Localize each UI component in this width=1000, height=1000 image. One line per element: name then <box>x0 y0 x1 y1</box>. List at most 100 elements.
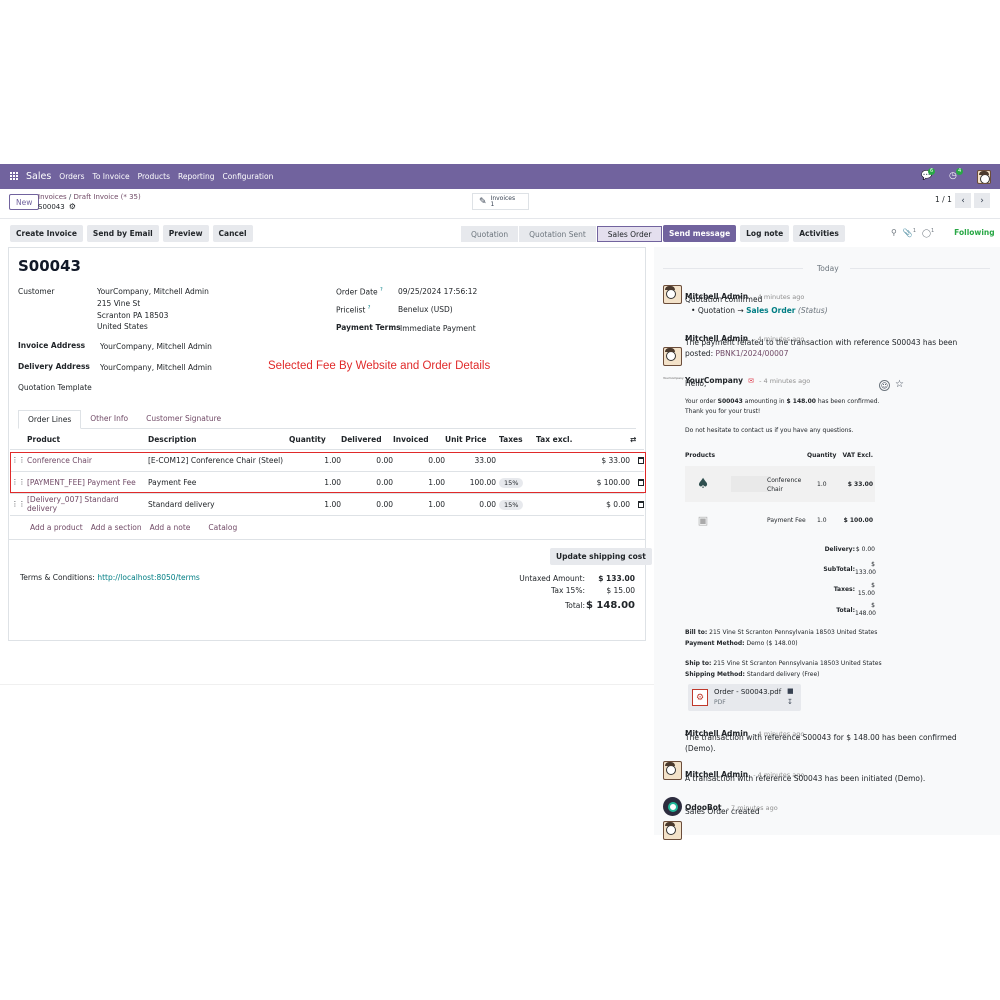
line-description[interactable]: Standard delivery <box>148 493 289 516</box>
add-line-links: Add a product Add a section Add a note C… <box>30 523 237 532</box>
delivery-address-field[interactable]: YourCompany, Mitchell Admin <box>100 363 212 372</box>
col-product[interactable]: Product <box>27 431 148 450</box>
status-sales-order[interactable]: Sales Order <box>596 226 663 242</box>
menu-configuration[interactable]: Configuration <box>222 172 273 181</box>
update-shipping-button[interactable]: Update shipping cost <box>550 548 652 565</box>
create-invoice-button[interactable]: Create Invoice <box>10 225 83 242</box>
menu-products[interactable]: Products <box>138 172 170 181</box>
col-delivered[interactable]: Delivered <box>341 431 393 450</box>
email-total-value: $ 148.00 <box>855 602 876 617</box>
send-by-email-button[interactable]: Send by Email <box>86 225 159 242</box>
app-name[interactable]: Sales <box>26 171 51 182</box>
pager[interactable]: 1 / 1 <box>935 195 952 204</box>
line-product[interactable]: [Delivery_007] Standard delivery <box>27 493 148 516</box>
menu-orders[interactable]: Orders <box>59 172 84 181</box>
line-taxes[interactable]: 15% <box>496 493 536 516</box>
chair-image-icon: ♠ <box>696 476 710 492</box>
add-section-link[interactable]: Add a section <box>91 523 142 532</box>
table-header-row: Product Description Quantity Delivered I… <box>10 431 644 450</box>
email-totals: Delivery: $ 0.00 SubTotal: $ 133.00 Taxe… <box>795 540 876 620</box>
send-message-button[interactable]: Send message <box>663 225 737 242</box>
customer-address-line1: 215 Vine St <box>97 299 141 308</box>
gear-icon[interactable]: ⚙ <box>69 202 76 211</box>
tracking-arrow: → <box>737 306 744 315</box>
menu-to-invoice[interactable]: To Invoice <box>93 172 130 181</box>
activity-button[interactable]: ◷ 4 <box>949 167 964 183</box>
status-quotation[interactable]: Quotation <box>461 226 519 242</box>
order-date-help-icon[interactable]: ? <box>380 287 383 293</box>
message-body: Sales Order created <box>685 807 760 816</box>
tab-customer-signature[interactable]: Customer Signature <box>137 410 230 428</box>
tax-tag[interactable]: 15% <box>499 499 524 510</box>
email-row2-name: Payment Fee <box>767 517 806 524</box>
followers-icon[interactable]: ◯1 <box>922 228 934 238</box>
col-invoiced[interactable]: Invoiced <box>393 431 445 450</box>
col-unit-price[interactable]: Unit Price <box>445 431 496 450</box>
column-settings-icon[interactable]: ⇄ <box>630 431 644 450</box>
avatar[interactable] <box>663 347 682 366</box>
payment-link[interactable]: PBNK1/2024/00007 <box>716 349 789 358</box>
messaging-button[interactable]: 💬 6 <box>921 167 936 183</box>
status-quotation-sent[interactable]: Quotation Sent <box>519 226 596 242</box>
page-title: S00043 <box>18 257 81 275</box>
total-label: Total: <box>564 600 585 610</box>
pager-previous-icon[interactable]: ‹ <box>955 193 971 208</box>
odoobot-avatar[interactable] <box>663 797 682 816</box>
following-button[interactable]: Following <box>954 228 994 237</box>
date-divider-right <box>850 268 990 269</box>
line-unit-price[interactable]: 0.00 <box>445 493 496 516</box>
new-button[interactable]: New <box>9 194 40 210</box>
pricelist-field[interactable]: Benelux (USD) <box>398 305 453 314</box>
activities-button[interactable]: Activities <box>793 225 845 242</box>
log-note-button[interactable]: Log note <box>740 225 790 242</box>
invoices-smart-button[interactable]: ✎ Invoices 1 <box>472 193 529 210</box>
payment-terms-field[interactable]: Immediate Payment <box>400 324 476 333</box>
avatar[interactable] <box>663 285 682 304</box>
preview-button[interactable]: Preview <box>162 225 209 242</box>
col-quantity[interactable]: Quantity <box>289 431 341 450</box>
notebook-tabs: Order Lines Other Info Customer Signatur… <box>18 410 636 429</box>
line-delivered[interactable]: 0.00 <box>341 493 393 516</box>
download-icon[interactable]: ↧ <box>787 698 793 706</box>
email-row1-name: Conference Chair <box>767 477 802 493</box>
app-grid-icon[interactable] <box>10 172 19 181</box>
col-taxes[interactable]: Taxes <box>496 431 536 450</box>
avatar[interactable] <box>663 821 682 840</box>
attachment-name[interactable]: Order - S00043.pdf <box>714 688 781 696</box>
menu-reporting[interactable]: Reporting <box>178 172 214 181</box>
customer-field[interactable]: YourCompany, Mitchell Admin <box>97 287 209 296</box>
followers-count: 1 <box>930 228 935 234</box>
breadcrumb-draft-invoice[interactable]: Draft Invoice (* 35) <box>74 193 141 201</box>
paperclip-icon[interactable]: 📎1 <box>903 228 916 238</box>
delete-attachment-icon[interactable]: ■ <box>787 687 794 695</box>
ship-to: Ship to: 215 Vine St Scranton Pennsylvan… <box>685 660 882 667</box>
robot-icon <box>667 801 678 812</box>
terms-link[interactable]: http://localhost:8050/terms <box>97 573 200 582</box>
tab-order-lines[interactable]: Order Lines <box>18 410 82 429</box>
add-reaction-icon[interactable]: ☺ <box>879 380 890 391</box>
catalog-link[interactable]: Catalog <box>208 523 237 532</box>
invoice-address-field[interactable]: YourCompany, Mitchell Admin <box>100 342 212 351</box>
tab-other-info[interactable]: Other Info <box>81 410 137 428</box>
search-icon[interactable]: ⚲ <box>891 228 897 237</box>
activity-count: 4 <box>956 167 964 175</box>
col-description[interactable]: Description <box>148 431 289 450</box>
user-avatar[interactable] <box>977 169 991 184</box>
drag-handle-icon[interactable]: ⋮⋮ <box>10 493 27 516</box>
delete-line-icon[interactable] <box>630 493 644 516</box>
pager-next-icon[interactable]: › <box>974 193 990 208</box>
breadcrumb-invoices[interactable]: Invoices <box>38 193 67 201</box>
star-icon[interactable]: ☆ <box>895 379 904 390</box>
cancel-button[interactable]: Cancel <box>212 225 253 242</box>
pricelist-help-icon[interactable]: ? <box>368 305 371 311</box>
add-note-link[interactable]: Add a note <box>150 523 191 532</box>
col-tax-excl[interactable]: Tax excl. <box>536 431 630 450</box>
order-date-field[interactable]: 09/25/2024 17:56:12 <box>398 287 477 296</box>
attachment-card[interactable]: ⚙ Order - S00043.pdf PDF ■ ↧ <box>688 684 801 711</box>
line-quantity[interactable]: 1.00 <box>289 493 341 516</box>
invoices-smart-label: Invoices <box>490 194 516 202</box>
envelope-icon: ✉ <box>748 377 755 385</box>
add-product-link[interactable]: Add a product <box>30 523 83 532</box>
table-row[interactable]: ⋮⋮ [Delivery_007] Standard delivery Stan… <box>10 493 644 516</box>
avatar[interactable] <box>663 761 682 780</box>
